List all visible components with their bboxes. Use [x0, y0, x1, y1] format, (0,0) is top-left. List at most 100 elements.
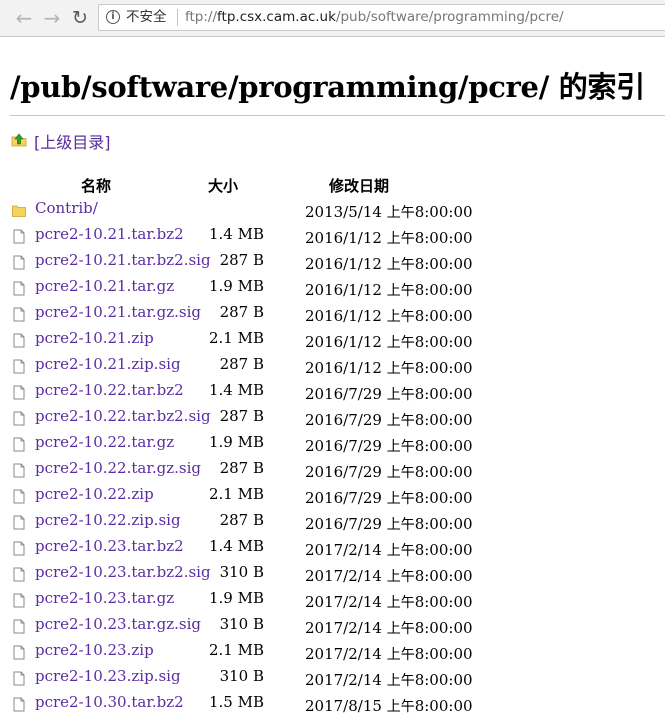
info-icon[interactable]: i [106, 10, 120, 24]
file-icon [13, 437, 25, 452]
file-row[interactable]: pcre2-10.21.zip.sig 287 B 2016/1/12 上午8:00… [0, 353, 665, 379]
entry-modified: 2016/7/29 上午8:00:00 [305, 488, 473, 508]
security-label[interactable]: 不安全 [126, 5, 167, 30]
entry-time: 8:00:00 [414, 333, 473, 351]
column-header-modified[interactable]: 修改日期 [329, 175, 389, 196]
entry-modified: 2016/1/12 上午8:00:00 [305, 332, 473, 352]
entry-name-link[interactable]: pcre2-10.22.zip.sig [35, 511, 181, 529]
entry-time: 8:00:00 [414, 359, 473, 377]
folder-row[interactable]: Contrib/2013/5/14 上午8:00:00 [0, 197, 665, 223]
entry-modified: 2017/2/14 上午8:00:00 [305, 592, 473, 612]
entry-ampm: 上午 [386, 595, 415, 611]
file-icon [13, 411, 25, 426]
file-icon [13, 229, 25, 244]
entry-ampm: 上午 [386, 283, 415, 299]
entry-date: 2016/1/12 [305, 229, 382, 247]
file-row[interactable]: pcre2-10.23.tar.gz.sig 310 B 2017/2/14 上午8… [0, 613, 665, 639]
heading-divider [10, 115, 665, 116]
column-header-size[interactable]: 大小 [208, 175, 238, 196]
entry-name-link[interactable]: pcre2-10.22.tar.bz2 [35, 381, 184, 399]
file-row[interactable]: pcre2-10.21.tar.bz2.sig 287 B 2016/1/12 上午… [0, 249, 665, 275]
parent-directory-link[interactable]: [上级目录] [34, 129, 111, 153]
entry-date: 2016/7/29 [305, 437, 382, 455]
entry-ampm: 上午 [386, 335, 415, 351]
entry-modified: 2016/1/12 上午8:00:00 [305, 280, 473, 300]
entry-size: 1.9 MB [208, 277, 264, 295]
file-row[interactable]: pcre2-10.21.tar.bz2 1.4 MB 2016/1/12 上午8:0… [0, 223, 665, 249]
entry-name-link[interactable]: pcre2-10.21.tar.gz.sig [35, 303, 201, 321]
entry-date: 2016/7/29 [305, 411, 382, 429]
entry-name-link[interactable]: Contrib/ [35, 199, 98, 217]
entry-name-link[interactable]: pcre2-10.23.zip [35, 641, 154, 659]
file-row[interactable]: pcre2-10.23.tar.gz 1.9 MB 2017/2/14 上午8:00… [0, 587, 665, 613]
entry-size: 287 B [219, 251, 264, 269]
file-row[interactable]: pcre2-10.22.zip 2.1 MB 2016/7/29 上午8:00:00 [0, 483, 665, 509]
file-row[interactable]: pcre2-10.23.zip.sig 310 B 2017/2/14 上午8:00… [0, 665, 665, 691]
entry-modified: 2016/7/29 上午8:00:00 [305, 384, 473, 404]
file-row[interactable]: pcre2-10.22.tar.bz2.sig 287 B 2016/7/29 上午… [0, 405, 665, 431]
url-path: /pub/software/programming/pcre/ [335, 9, 564, 25]
entry-date: 2017/2/14 [305, 593, 382, 611]
entry-date: 2013/5/14 [305, 203, 382, 221]
file-row[interactable]: pcre2-10.30.tar.bz2 1.5 MB 2017/8/15 上午8:0… [0, 691, 665, 717]
entry-name-link[interactable]: pcre2-10.22.tar.gz.sig [35, 459, 201, 477]
browser-toolbar: ← → ↻ i 不安全 ftp://ftp.csx.cam.ac.uk/pub/… [0, 0, 665, 37]
entry-date: 2017/2/14 [305, 619, 382, 637]
file-row[interactable]: pcre2-10.21.tar.gz.sig 287 B 2016/1/12 上午8… [0, 301, 665, 327]
entry-name-link[interactable]: pcre2-10.23.tar.bz2 [35, 537, 184, 555]
entry-name-link[interactable]: pcre2-10.30.tar.bz2 [35, 693, 184, 711]
entry-modified: 2016/7/29 上午8:00:00 [305, 436, 473, 456]
entry-name-link[interactable]: pcre2-10.21.zip.sig [35, 355, 181, 373]
file-row[interactable]: pcre2-10.22.tar.gz 1.9 MB 2016/7/29 上午8:00… [0, 431, 665, 457]
file-row[interactable]: pcre2-10.21.tar.gz 1.9 MB 2016/1/12 上午8:00… [0, 275, 665, 301]
entry-name-link[interactable]: pcre2-10.23.tar.gz [35, 589, 174, 607]
entry-modified: 2017/2/14 上午8:00:00 [305, 670, 473, 690]
entry-name-link[interactable]: pcre2-10.21.tar.bz2 [35, 225, 184, 243]
entry-size: 1.9 MB [208, 433, 264, 451]
entry-modified: 2016/1/12 上午8:00:00 [305, 358, 473, 378]
entry-time: 8:00:00 [414, 411, 473, 429]
file-icon [13, 515, 25, 530]
entry-ampm: 上午 [386, 517, 415, 533]
reload-icon[interactable]: ↻ [68, 6, 92, 30]
entry-ampm: 上午 [386, 231, 415, 247]
entry-name-link[interactable]: pcre2-10.23.tar.gz.sig [35, 615, 201, 633]
entry-name-link[interactable]: pcre2-10.23.zip.sig [35, 667, 181, 685]
entry-modified: 2016/1/12 上午8:00:00 [305, 228, 473, 248]
entry-ampm: 上午 [386, 205, 415, 221]
file-row[interactable]: pcre2-10.21.zip 2.1 MB 2016/1/12 上午8:00:00 [0, 327, 665, 353]
entry-size: 310 B [219, 615, 264, 633]
file-row[interactable]: pcre2-10.23.zip 2.1 MB 2017/2/14 上午8:00:00 [0, 639, 665, 665]
address-bar[interactable]: i 不安全 ftp://ftp.csx.cam.ac.uk/pub/softwa… [98, 4, 665, 31]
back-arrow-icon[interactable]: ← [12, 6, 36, 30]
forward-arrow-icon[interactable]: → [40, 6, 64, 30]
entry-name-link[interactable]: pcre2-10.21.tar.gz [35, 277, 174, 295]
file-row[interactable]: pcre2-10.22.tar.bz2 1.4 MB 2016/7/29 上午8:0… [0, 379, 665, 405]
url-text[interactable]: ftp://ftp.csx.cam.ac.uk/pub/software/pro… [185, 5, 564, 30]
file-icon [13, 463, 25, 478]
entry-size: 310 B [219, 667, 264, 685]
column-header-name[interactable]: 名称 [81, 175, 111, 196]
entry-date: 2017/2/14 [305, 645, 382, 663]
entry-modified: 2017/2/14 上午8:00:00 [305, 566, 473, 586]
page-title: /pub/software/programming/pcre/ 的索引 [10, 64, 645, 106]
entry-name-link[interactable]: pcre2-10.21.zip [35, 329, 154, 347]
file-row[interactable]: pcre2-10.23.tar.bz2.sig 310 B 2017/2/14 上午… [0, 561, 665, 587]
entry-time: 8:00:00 [414, 567, 473, 585]
page-title-suffix: 的索引 [558, 70, 645, 104]
entry-date: 2017/2/14 [305, 541, 382, 559]
entry-modified: 2017/8/15 上午8:00:00 [305, 696, 473, 716]
file-row[interactable]: pcre2-10.22.zip.sig 287 B 2016/7/29 上午8:00… [0, 509, 665, 535]
entry-modified: 2013/5/14 上午8:00:00 [305, 202, 473, 222]
entry-size: 1.4 MB [208, 225, 264, 243]
file-row[interactable]: pcre2-10.23.tar.bz2 1.4 MB 2017/2/14 上午8:0… [0, 535, 665, 561]
up-folder-icon [11, 133, 27, 147]
file-icon [13, 645, 25, 660]
entry-ampm: 上午 [386, 621, 415, 637]
entry-size: 2.1 MB [208, 329, 264, 347]
entry-time: 8:00:00 [414, 229, 473, 247]
entry-date: 2016/1/12 [305, 333, 382, 351]
entry-name-link[interactable]: pcre2-10.22.tar.gz [35, 433, 174, 451]
file-row[interactable]: pcre2-10.22.tar.gz.sig 287 B 2016/7/29 上午8… [0, 457, 665, 483]
entry-name-link[interactable]: pcre2-10.22.zip [35, 485, 154, 503]
